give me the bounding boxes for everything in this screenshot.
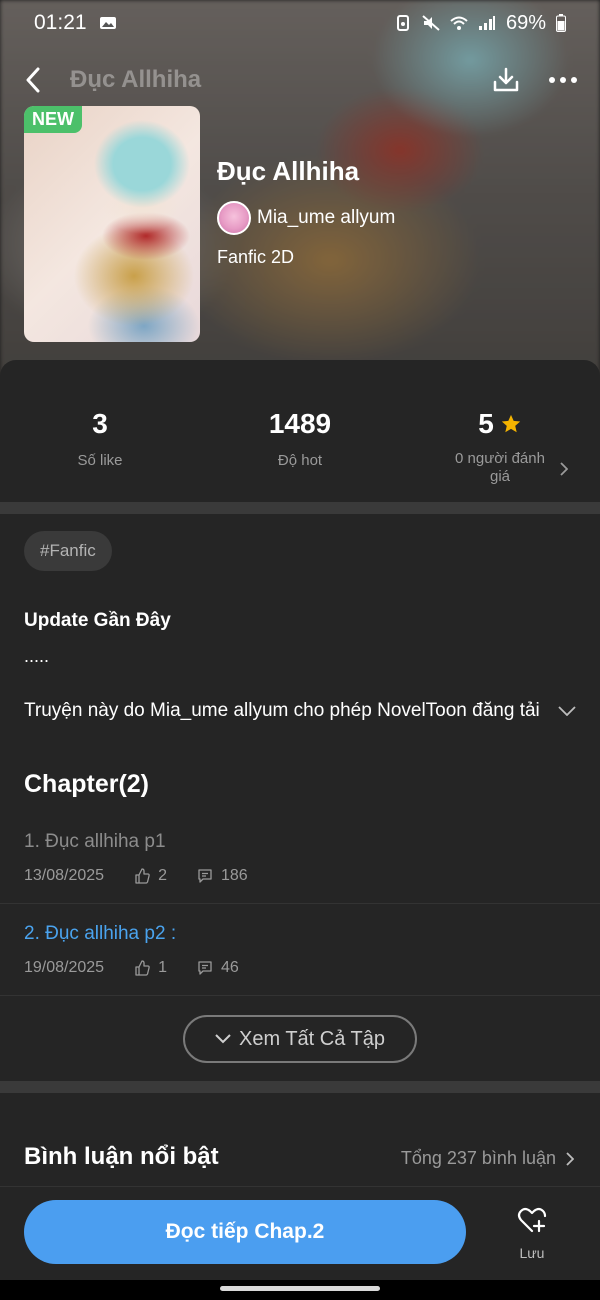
thumb-up-icon: [135, 868, 150, 884]
chapter-date: 13/08/2025: [24, 867, 105, 884]
book-title: Đục Allhiha: [217, 156, 360, 186]
save-label: Lưu: [519, 1245, 545, 1261]
battery-percent: 69%: [505, 11, 546, 34]
chevron-down-icon: [215, 1034, 231, 1044]
top-nav: Đục Allhiha: [0, 58, 600, 102]
back-icon: [26, 67, 40, 93]
description-row[interactable]: Truyện này do Mia_ume allyum cho phép No…: [24, 700, 576, 722]
back-button[interactable]: [22, 65, 44, 95]
book-genre: Fanfic 2D: [217, 247, 295, 267]
chapter-date: 19/08/2025: [24, 959, 105, 976]
row-divider: [0, 995, 600, 996]
comments-title: Bình luận nổi bật: [24, 1143, 219, 1170]
stat-hot: 1489 Độ hot: [200, 408, 400, 498]
mute-icon: [422, 15, 440, 31]
chapter-comments: 46: [220, 959, 239, 976]
wifi-icon: [450, 16, 468, 30]
status-icons: 69%: [394, 12, 566, 35]
row-divider: [0, 903, 600, 904]
comments-total: Tổng 237 bình luận: [400, 1148, 556, 1168]
chevron-right-icon: [566, 1151, 574, 1166]
book-cover[interactable]: [24, 106, 200, 342]
view-all-chapters-button[interactable]: Xem Tất Cả Tập: [183, 1015, 417, 1063]
stat-rating[interactable]: 5 0 người đánh giá: [400, 408, 600, 498]
new-badge: NEW: [24, 106, 82, 133]
comment-icon: [198, 961, 212, 975]
home-indicator[interactable]: [220, 1286, 380, 1291]
update-title: Update Gần Đây: [24, 610, 171, 631]
nav-title: Đục Allhiha: [70, 66, 202, 93]
rating-value: 5: [478, 408, 494, 439]
download-icon[interactable]: [492, 66, 520, 94]
chapter-item[interactable]: 1. Đục allhiha p1 13/08/2025 2 186: [24, 831, 576, 885]
chapter-likes: 1: [158, 959, 167, 976]
author-link[interactable]: Mia_ume allyum: [217, 201, 395, 235]
gallery-icon: [99, 17, 116, 29]
comments-total-link[interactable]: Tổng 237 bình luận: [401, 1148, 574, 1169]
tag-chip[interactable]: #Fanfic: [24, 531, 112, 571]
update-text: .....: [24, 646, 50, 666]
chapter-item[interactable]: 2. Đục allhiha p2 : 19/08/2025 1 46: [24, 923, 576, 977]
author-avatar: [217, 201, 251, 235]
chapters-heading: Chapter(2): [24, 770, 150, 798]
heart-plus-icon: [517, 1207, 547, 1233]
section-divider: [0, 1081, 600, 1093]
star-icon: [501, 414, 520, 433]
section-divider: [0, 502, 600, 514]
status-bar: 01:21 69%: [0, 0, 600, 46]
description-text: Truyện này do Mia_ume allyum cho phép No…: [24, 700, 540, 721]
hot-value: 1489: [268, 408, 332, 439]
chapter-name: 2. Đục allhiha p2 :: [24, 923, 177, 944]
chapter-comments: 186: [220, 867, 248, 884]
chevron-right-icon[interactable]: [560, 462, 568, 476]
thumb-up-icon: [135, 960, 150, 976]
comment-icon: [198, 869, 212, 883]
stats-row: 3 Số like 1489 Độ hot 5 0 người đánh giá: [0, 408, 600, 498]
likes-label: Số like: [77, 452, 123, 469]
signal-icon: [478, 16, 495, 30]
more-icon[interactable]: [548, 76, 578, 84]
continue-reading-button[interactable]: Đọc tiếp Chap.2: [24, 1200, 466, 1264]
view-all-label: Xem Tất Cả Tập: [239, 1027, 385, 1050]
status-time: 01:21: [34, 11, 87, 34]
hot-label: Độ hot: [277, 452, 323, 469]
chevron-down-icon[interactable]: [558, 706, 576, 716]
save-button[interactable]: Lưu: [502, 1206, 562, 1261]
chapter-likes: 2: [158, 867, 167, 884]
stat-likes: 3 Số like: [0, 408, 200, 498]
alarm-icon: [396, 15, 409, 31]
battery-icon: [556, 14, 566, 32]
rating-label: 0 người đánh giá: [455, 450, 545, 485]
author-name: Mia_ume allyum: [257, 207, 396, 228]
likes-value: 3: [92, 408, 108, 439]
chapter-name: 1. Đục allhiha p1: [24, 831, 166, 852]
